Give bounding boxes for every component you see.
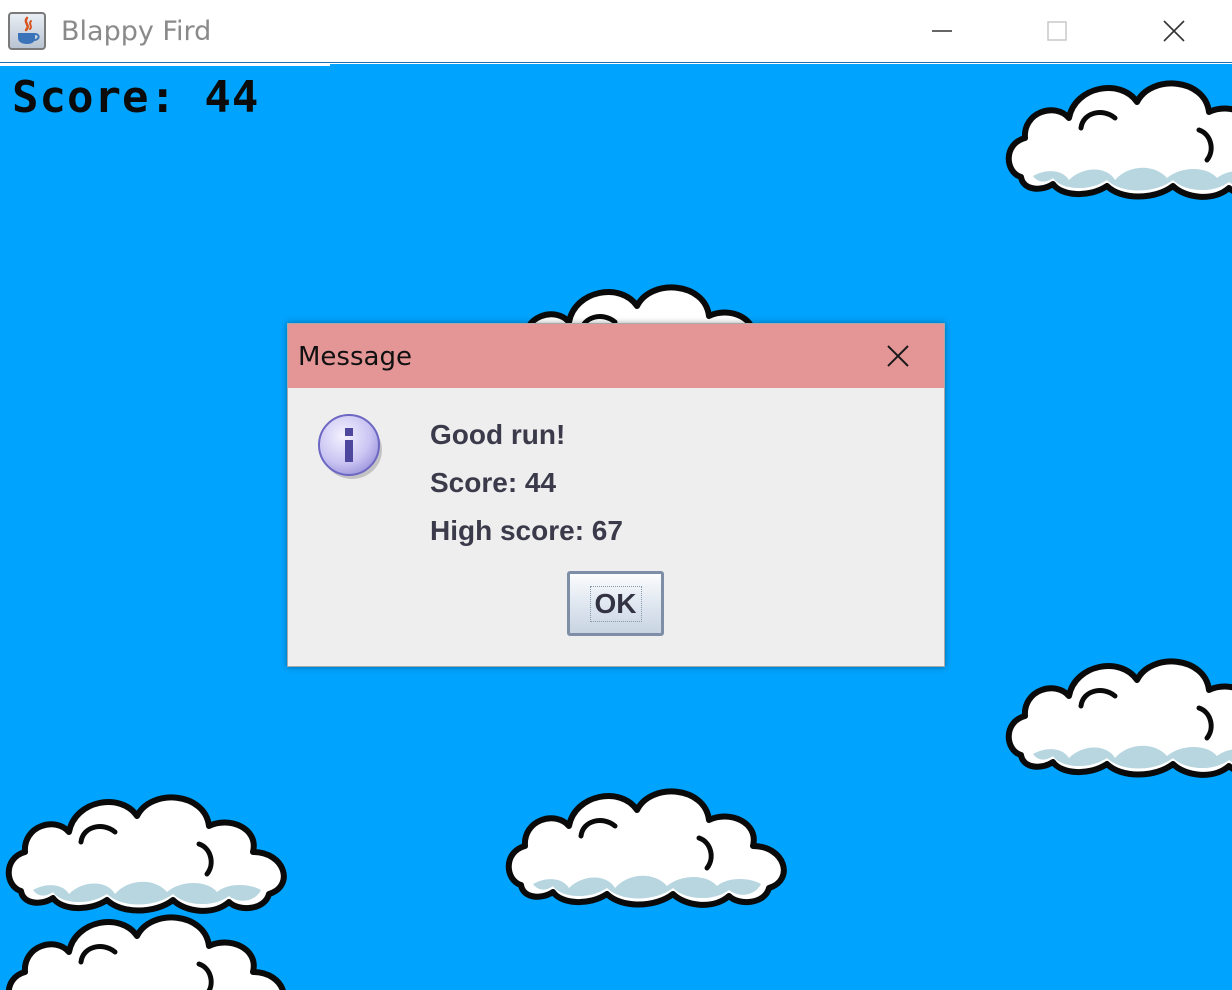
maximize-icon [1047,21,1067,41]
minimize-button[interactable] [912,8,972,54]
cloud-top-right [1003,72,1232,202]
score-display: Score: 44 [12,72,260,123]
canvas-top-strip [0,64,330,66]
window-close-button[interactable] [1144,8,1204,54]
dialog-score-line: Score: 44 [430,467,557,498]
cloud-bottom-center [503,780,793,910]
info-icon [318,414,382,479]
dialog-titlebar[interactable]: Message [288,324,944,388]
minimize-icon [932,30,952,32]
message-dialog: Message Good run! Score: 44 High score: … [287,323,945,667]
dialog-close-button[interactable] [878,338,918,374]
java-app-icon [8,12,46,50]
window-title: Blappy Fird [61,16,212,47]
dialog-title: Message [298,342,412,372]
maximize-button[interactable] [1027,8,1087,54]
window-titlebar: Blappy Fird [0,0,1232,63]
dialog-high-score-line: High score: 67 [430,515,623,546]
close-icon [887,345,909,367]
ok-button[interactable]: OK [567,571,664,636]
close-icon [1163,20,1185,42]
cloud-mid-right [1003,650,1232,780]
ok-button-label: OK [589,585,642,622]
dialog-message-line: Good run! [430,419,566,450]
cloud-bottom-left [3,786,293,916]
cloud-bottom-left-lower [3,906,293,990]
